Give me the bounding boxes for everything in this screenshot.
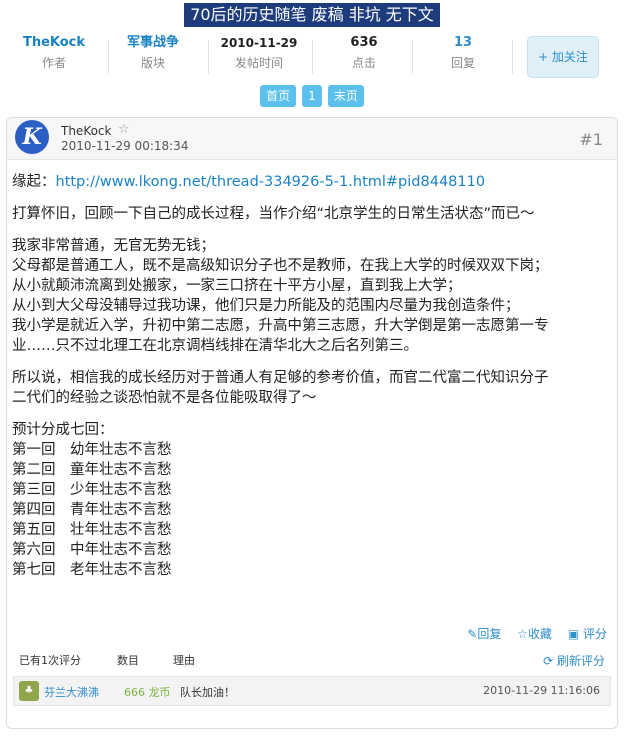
pagination: 首页 1 末页 — [0, 85, 624, 107]
text-line: 父母都是普通工人，既不是高级知识分子也不是教师，在我上大学的时候双双下岗； — [12, 258, 549, 274]
text-line: 从小就颠沛流离到处搬家，一家三口挤在十平方小屋，直到我上大学； — [12, 278, 462, 294]
family-paragraph: 我家非常普通，无官无势无钱； 父母都是普通工人，既不是高级知识分子也不是教师，在… — [12, 236, 612, 356]
rating-col-reason: 理由 — [173, 654, 195, 667]
post-time: 2010-11-29 00:18:34 — [61, 139, 189, 153]
origin-line: 缘起：http://www.lkong.net/thread-334926-5-… — [12, 172, 612, 192]
stat-post-time-label: 发帖时间 — [234, 56, 283, 70]
pencil-icon: ✎ — [467, 627, 478, 641]
stat-views: 636 点击 — [330, 34, 398, 72]
post-header: K TheKock ☆ 2010-11-29 00:18:34 #1 — [7, 118, 617, 160]
post-content: 缘起：http://www.lkong.net/thread-334926-5-… — [12, 172, 612, 592]
stat-views-label: 点击 — [351, 56, 376, 70]
stat-divider — [108, 40, 109, 74]
chapter-item: 第一回 幼年壮志不言愁 — [12, 442, 172, 458]
reply-label: 回复 — [477, 627, 502, 641]
stat-post-time: 2010-11-29 发帖时间 — [216, 34, 302, 72]
rating-row: ♣ 芬兰大沸沸 666 龙币 队长加油！ 2010-11-29 11:16:06 — [13, 676, 611, 706]
rating-value: 666 龙币 — [124, 686, 171, 699]
text-line: 我家非常普通，无官无势无钱； — [12, 238, 215, 254]
stat-author[interactable]: TheKock 作者 — [20, 34, 88, 72]
rater-avatar[interactable]: ♣ — [19, 681, 39, 701]
chapter-item: 第二回 童年壮志不言愁 — [12, 462, 172, 478]
chapter-item: 第五回 壮年壮志不言愁 — [12, 522, 172, 538]
thread-title: 70后的历史随笔 废稿 非坑 无下文 — [184, 3, 440, 27]
stat-divider — [312, 40, 313, 74]
text-line: 从小到大父母没辅导过我功课，他们只是力所能及的范围内尽量为我创造条件； — [12, 298, 520, 314]
chapters-list: 预计分成七回： 第一回 幼年壮志不言愁 第二回 童年壮志不言愁 第三回 少年壮志… — [12, 420, 612, 580]
chapter-item: 第三回 少年壮志不言愁 — [12, 482, 172, 498]
floor-number[interactable]: #1 — [579, 130, 603, 149]
page-last-button[interactable]: 末页 — [327, 85, 364, 107]
rater-name[interactable]: 芬兰大沸沸 — [44, 684, 99, 700]
post-actions: ✎回复 ☆收藏 ▣ 评分 — [455, 625, 607, 642]
origin-prefix: 缘起： — [12, 174, 56, 190]
stat-views-value: 636 — [350, 35, 378, 50]
chapter-item: 第六回 中年壮志不言愁 — [12, 542, 172, 558]
refresh-icon: ⟳ — [543, 654, 554, 668]
thread-title-bar: 70后的历史随笔 废稿 非坑 无下文 — [0, 3, 624, 27]
stat-author-value[interactable]: TheKock — [20, 34, 88, 52]
page-first-button[interactable]: 首页 — [260, 85, 297, 107]
stat-replies: 13 回复 — [430, 34, 496, 72]
stat-board[interactable]: 军事战争 版块 — [118, 34, 188, 72]
text-line: 所以说，相信我的成长经历对于普通人有足够的参考价值，而官二代富二代知识分子 — [12, 370, 549, 386]
reference-paragraph: 所以说，相信我的成长经历对于普通人有足够的参考价值，而官二代富二代知识分子 二代… — [12, 368, 612, 408]
stat-post-time-value: 2010-11-29 — [220, 36, 298, 50]
star-icon[interactable]: ☆ — [118, 122, 130, 137]
stat-divider — [512, 40, 513, 74]
text-line: 业……只不过北理工在北京调档线排在清华北大之后名列第三。 — [12, 338, 418, 354]
rate-icon: ▣ — [567, 627, 580, 641]
stat-author-label: 作者 — [41, 56, 66, 70]
post-card: K TheKock ☆ 2010-11-29 00:18:34 #1 缘起：ht… — [6, 117, 618, 729]
chapter-item: 第四回 青年壮志不言愁 — [12, 502, 172, 518]
follow-button[interactable]: + 加关注 — [527, 36, 599, 78]
refresh-label: 刷新评分 — [556, 654, 605, 668]
stat-board-value[interactable]: 军事战争 — [118, 34, 188, 52]
post-author[interactable]: TheKock — [61, 124, 111, 138]
stat-board-label: 版块 — [140, 56, 165, 70]
rating-col-amount: 数目 — [117, 654, 139, 667]
reply-action[interactable]: ✎回复 — [467, 627, 501, 641]
chapter-item: 第七回 老年壮志不言愁 — [12, 562, 172, 578]
favorite-label: 收藏 — [527, 627, 552, 641]
page-current-button[interactable]: 1 — [302, 85, 322, 107]
rate-action[interactable]: ▣ 评分 — [568, 627, 607, 641]
stat-replies-label: 回复 — [450, 56, 475, 70]
stat-replies-value: 13 — [453, 35, 473, 50]
rate-label: 评分 — [582, 627, 607, 641]
rating-time: 2010-11-29 11:16:06 — [483, 684, 600, 697]
rating-reason: 队长加油！ — [180, 686, 235, 699]
stat-divider — [208, 40, 209, 74]
stat-divider — [412, 40, 413, 74]
chapters-intro: 预计分成七回： — [12, 422, 114, 438]
rating-header: 已有1次评分 数目 理由 ⟳ 刷新评分 — [7, 650, 617, 670]
avatar[interactable]: K — [15, 120, 49, 154]
text-line: 我小学是就近入学，升初中第二志愿，升高中第三志愿，升大学倒是第一志愿第一专 — [12, 318, 549, 334]
star-icon: ☆ — [517, 627, 528, 641]
origin-link[interactable]: http://www.lkong.net/thread-334926-5-1.h… — [56, 174, 486, 190]
intro-text: 打算怀旧，回顾一下自己的成长过程，当作介绍“北京学生的日常生活状态”而已～ — [12, 206, 535, 222]
refresh-rating-button[interactable]: ⟳ 刷新评分 — [543, 652, 605, 669]
text-line: 二代们的经验之谈恐怕就不是各位能吸取得了～ — [12, 390, 317, 406]
rating-count: 已有1次评分 — [19, 654, 81, 667]
favorite-action[interactable]: ☆收藏 — [517, 627, 552, 641]
